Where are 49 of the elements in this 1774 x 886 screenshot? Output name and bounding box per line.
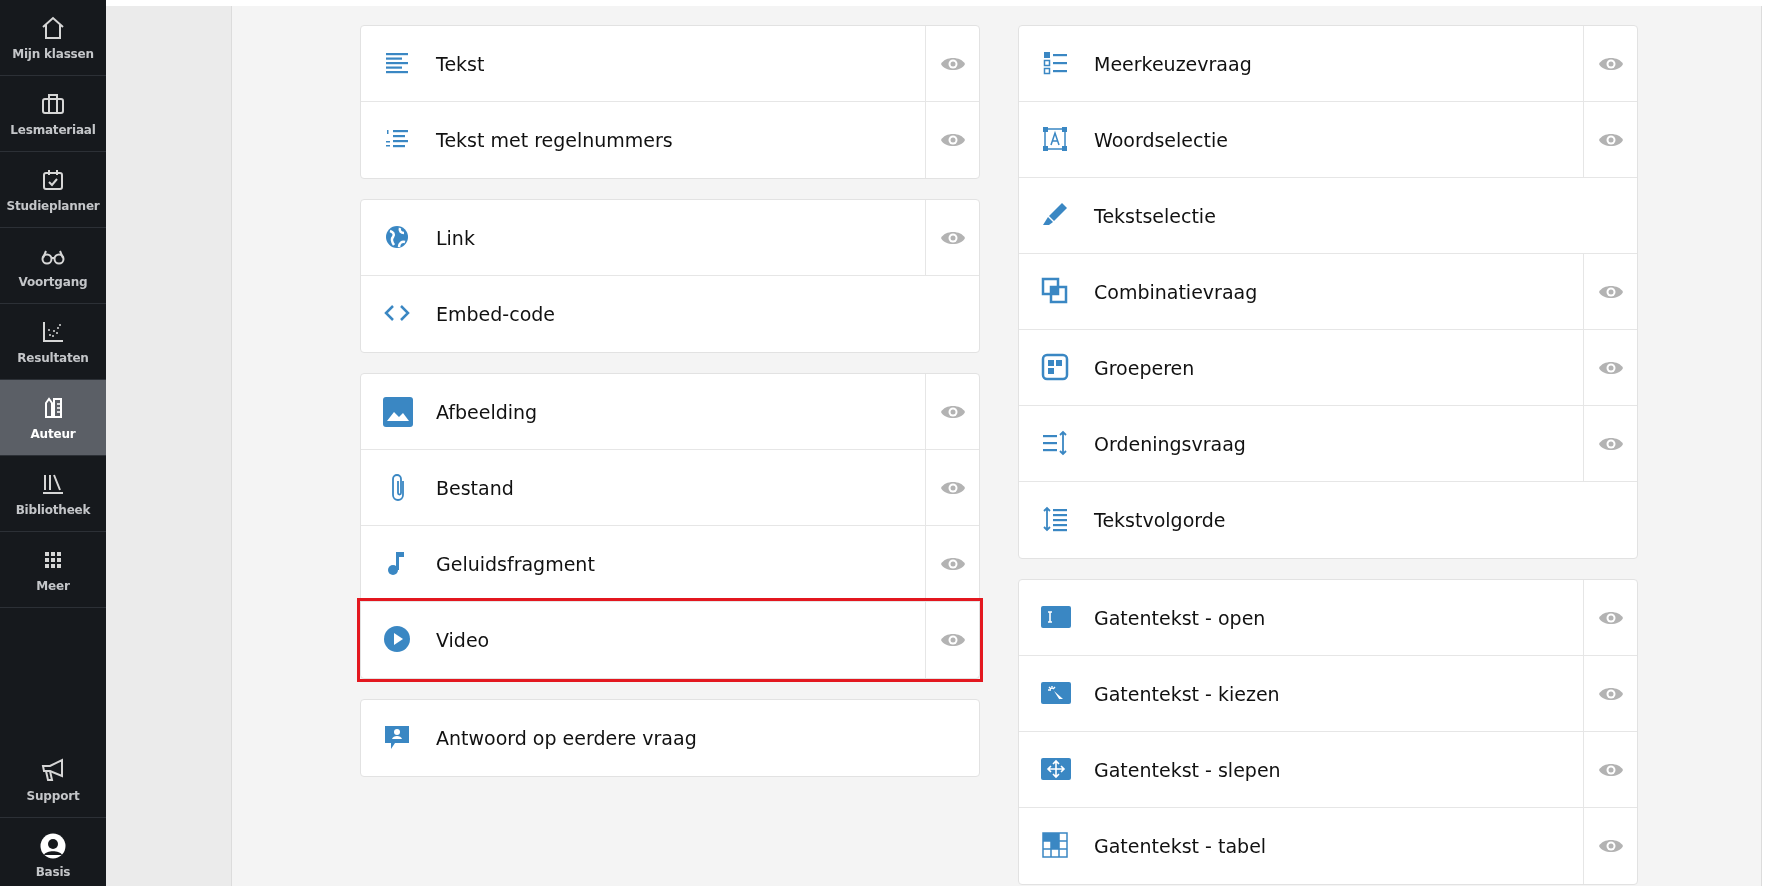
item-label: Tekstvolgorde	[1094, 509, 1227, 531]
item-row[interactable]: Tekst	[361, 26, 979, 102]
item-row[interactable]: Combinatievraag	[1019, 254, 1637, 330]
item-label: Geluidsfragment	[436, 552, 596, 575]
item-label: Groeperen	[1094, 356, 1196, 379]
item-label: Link	[436, 226, 476, 249]
item-row[interactable]: Tekstvolgorde	[1019, 482, 1637, 558]
item-label: Video	[436, 629, 491, 651]
item-row[interactable]: Gatentekst - tabel	[1019, 808, 1637, 884]
item-row[interactable]: Gatentekst - open	[1019, 580, 1637, 656]
item-row[interactable]: Antwoord op eerdere vraag	[361, 700, 979, 776]
item-label: Tekstselectie	[1094, 204, 1217, 227]
image-icon	[383, 396, 413, 427]
item-label: Antwoord op eerdere vraag	[436, 727, 698, 749]
item-row[interactable]: Geluidsfragment	[361, 526, 979, 602]
item-row[interactable]: Groeperen	[1019, 330, 1637, 406]
play-icon	[383, 625, 413, 655]
item-row[interactable]: Link	[361, 200, 979, 276]
item-label: Gatentekst - kiezen	[1094, 682, 1281, 705]
avatar-icon	[40, 832, 66, 859]
item-label: Afbeelding	[436, 400, 539, 423]
item-label: Gatentekst - tabel	[1094, 835, 1268, 857]
megaphone-icon	[40, 756, 66, 783]
item-label: Ordeningsvraag	[1094, 432, 1247, 455]
item-label: Gatentekst - open	[1094, 606, 1267, 629]
item-row[interactable]: Tekst met regelnummers	[361, 102, 979, 178]
item-label: Gatentekst - slepen	[1094, 758, 1282, 781]
nav-item[interactable]: Auteur	[0, 380, 106, 456]
paperclip-icon	[391, 472, 405, 503]
table-grid-icon	[1041, 831, 1071, 861]
item-row[interactable]: Gatentekst - kiezen	[1019, 656, 1637, 732]
item-row[interactable]: Bestand	[361, 450, 979, 526]
item-row[interactable]: Afbeelding	[361, 374, 979, 450]
grouped-squares-icon	[1041, 352, 1071, 383]
item-label: Tekst met regelnummers	[436, 129, 674, 151]
item-label: Meerkeuzevraag	[1094, 52, 1253, 75]
item-label: Tekst	[436, 52, 486, 75]
item-row[interactable]: Ordeningsvraag	[1019, 406, 1637, 482]
house-icon	[40, 14, 66, 41]
item-row[interactable]: Woordselectie	[1019, 102, 1637, 178]
item-row[interactable]: Gatentekst - slepen	[1019, 732, 1637, 808]
item-label: Embed-code	[436, 303, 556, 325]
item-label: Combinatievraag	[1094, 280, 1259, 303]
item-row[interactable]: Embed-code	[361, 276, 979, 352]
item-label: Bestand	[436, 476, 515, 499]
item-row[interactable]: Tekstselectie	[1019, 178, 1637, 254]
item-label: Woordselectie	[1094, 128, 1229, 151]
item-row[interactable]: Meerkeuzevraag	[1019, 26, 1637, 102]
highlighted-item[interactable]: Video	[361, 602, 979, 678]
